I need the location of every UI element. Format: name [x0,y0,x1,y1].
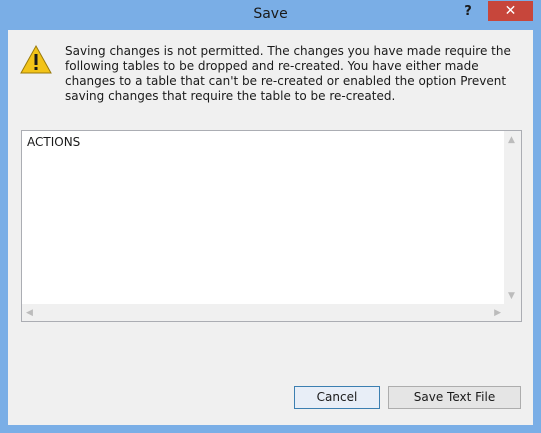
scrollbar-corner [504,304,521,321]
cancel-button[interactable]: Cancel [294,386,380,409]
dialog-window: Save ? ✕ Saving changes is not permitted… [0,0,541,433]
close-button[interactable]: ✕ [488,1,533,21]
horizontal-scrollbar[interactable]: ◀ ▶ [22,304,505,321]
scroll-left-icon[interactable]: ◀ [26,308,33,318]
warning-icon [20,44,52,74]
scroll-right-icon[interactable]: ▶ [494,308,501,318]
titlebar[interactable]: Save ? ✕ [0,0,541,30]
scroll-down-icon[interactable]: ▼ [508,291,515,301]
help-button[interactable]: ? [455,3,481,21]
save-text-file-button[interactable]: Save Text File [388,386,521,409]
warning-message: Saving changes is not permitted. The cha… [65,44,511,103]
scroll-up-icon[interactable]: ▲ [508,135,515,145]
dialog-body: Saving changes is not permitted. The cha… [8,30,533,425]
actions-textbox[interactable]: ACTIONS ▲ ▼ ◀ ▶ [21,130,522,322]
vertical-scrollbar[interactable]: ▲ ▼ [504,131,521,305]
actions-text: ACTIONS [27,135,81,149]
